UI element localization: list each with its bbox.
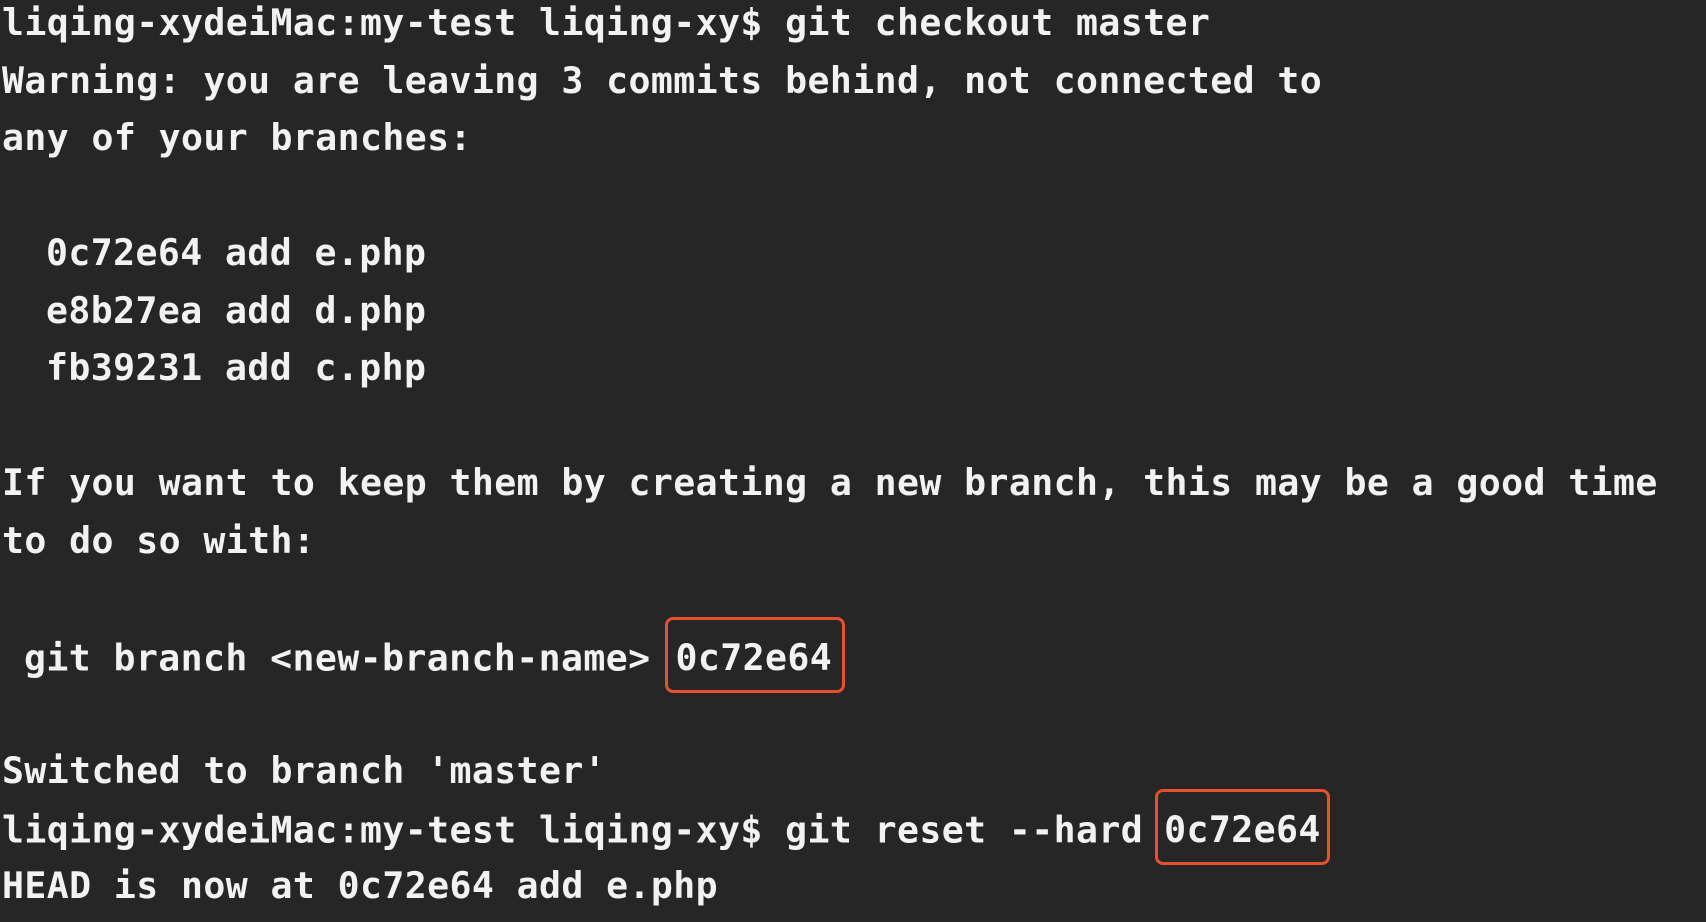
terminal-line-reset-command: liqing-xydeiMac:my-test liqing-xy$ git r… (2, 789, 1706, 865)
terminal-line-advice-cont: to do so with: (2, 518, 316, 562)
highlighted-commit-hash: 0c72e64 (1155, 789, 1330, 865)
terminal-line-advice: If you want to keep them by creating a n… (2, 461, 1658, 504)
terminal-line-commit: e8b27ea add d.php (46, 288, 427, 332)
terminal-line-commit: fb39231 add c.php (46, 346, 427, 389)
branch-command-text: git branch <new-branch-name> (24, 636, 651, 679)
terminal-line-switched: Switched to branch 'master' (2, 748, 607, 792)
terminal-line-commit: 0c72e64 add e.php (46, 231, 427, 274)
highlighted-commit-hash: 0c72e64 (664, 616, 846, 693)
terminal-line-branch-command: git branch <new-branch-name> 0c72e64 (2, 616, 1706, 693)
terminal-line-warning-cont: any of your branches: (2, 116, 472, 159)
terminal-window[interactable]: liqing-xydeiMac:my-test liqing-xy$ git c… (0, 0, 1706, 916)
terminal-line-head: HEAD is now at 0c72e64 add e.php (2, 863, 718, 907)
terminal-line-warning: Warning: you are leaving 3 commits behin… (2, 58, 1323, 102)
reset-command-text: liqing-xydeiMac:my-test liqing-xy$ git r… (2, 808, 1144, 852)
terminal-line-checkout-command: liqing-xydeiMac:my-test liqing-xy$ git c… (2, 1, 1211, 44)
